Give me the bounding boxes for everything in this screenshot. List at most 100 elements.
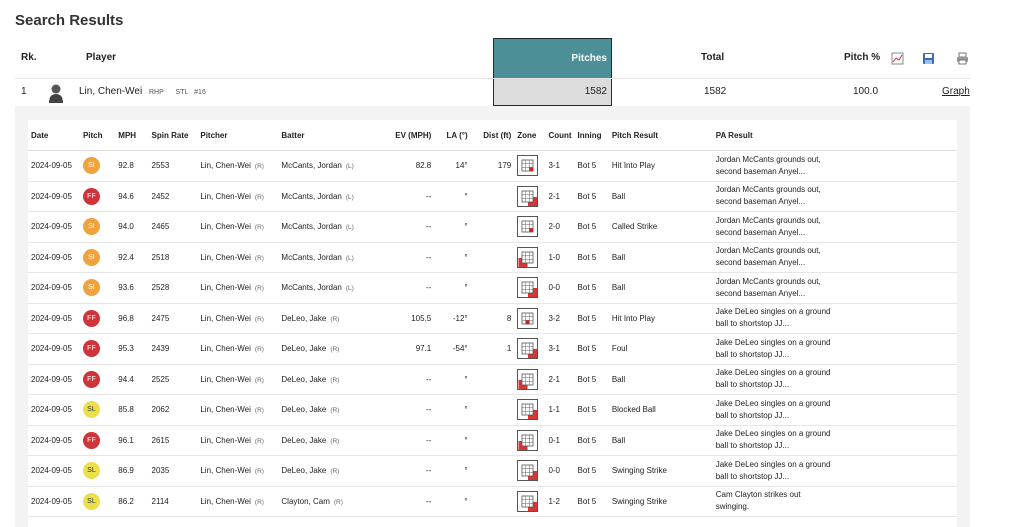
mph-cell: 86.2: [115, 486, 149, 517]
ev-value: --: [425, 222, 432, 232]
dist-value: 8: [506, 313, 512, 323]
pitch-cell: SL: [79, 455, 116, 487]
pitch-cell: SI: [79, 211, 116, 243]
chart-icon[interactable]: [891, 52, 904, 65]
col-header-ev[interactable]: EV (MPH): [371, 120, 435, 151]
col-header-inning[interactable]: Inning: [574, 120, 609, 151]
player-cell[interactable]: Lin, Chen-Wei RHP STL #16: [79, 78, 206, 106]
col-header-la[interactable]: LA (°): [434, 120, 471, 151]
pa-result-text[interactable]: Jake DeLeo singles on a ground ball to s…: [716, 459, 831, 483]
date-value: 2024-09-05: [31, 405, 72, 415]
table-row[interactable]: 2024-09-05 SL 85.8 2062 Lin, Chen-Wei (R) DeLe…: [28, 394, 957, 426]
mph-cell: 92.4: [115, 242, 149, 273]
pitcher-name[interactable]: Lin, Chen-Wei: [200, 466, 251, 475]
pitches-header[interactable]: Pitches: [494, 39, 611, 78]
pitcher-name[interactable]: Lin, Chen-Wei: [200, 283, 251, 292]
zone-cell: [514, 303, 546, 334]
table-row[interactable]: 2024-09-05 FF 94.6 2452 Lin, Chen-Wei (R) McCa…: [28, 181, 957, 212]
table-row[interactable]: 2024-09-05 FF 94.4 2525 Lin, Chen-Wei (R) DeLe…: [28, 364, 957, 395]
pitcher-name[interactable]: Lin, Chen-Wei: [200, 497, 251, 506]
pa-result-text[interactable]: Jake DeLeo singles on a ground ball to s…: [716, 367, 831, 391]
pa-result-text[interactable]: Cam Clayton strikes out swinging.: [716, 489, 831, 513]
mph-value: 94.0: [118, 222, 134, 232]
print-icon[interactable]: [956, 52, 969, 65]
pitcher-name[interactable]: Lin, Chen-Wei: [200, 436, 251, 445]
total-header[interactable]: Total: [701, 38, 724, 78]
pa-result-text[interactable]: Jake DeLeo singles on a ground ball to s…: [716, 428, 831, 452]
pa-result-text[interactable]: Jordan McCants grounds out, second basem…: [716, 215, 831, 239]
col-header-batter[interactable]: Batter: [278, 120, 372, 151]
table-row[interactable]: 2024-09-05 FF 96.8 2475 Lin, Chen-Wei (R) DeLe…: [28, 303, 957, 334]
col-header-pitch[interactable]: Pitch: [79, 120, 116, 151]
batter-name[interactable]: McCants, Jordan: [281, 283, 341, 292]
pitcher-name[interactable]: Lin, Chen-Wei: [200, 222, 251, 231]
batter-name[interactable]: McCants, Jordan: [281, 161, 341, 170]
la-cell: °: [434, 455, 471, 487]
batter-name[interactable]: DeLeo, Jake: [281, 314, 326, 323]
rank-header[interactable]: Rk.: [21, 38, 37, 78]
col-header-count[interactable]: Count: [545, 120, 575, 151]
mph-value: 92.4: [118, 252, 134, 262]
col-header-pitcher[interactable]: Pitcher: [197, 120, 279, 151]
ev-value: --: [425, 191, 432, 201]
player-header[interactable]: Player: [86, 38, 116, 78]
batter-name[interactable]: DeLeo, Jake: [281, 344, 326, 353]
table-row[interactable]: 2024-09-05 SI 92.4 2518 Lin, Chen-Wei (R) McCa…: [28, 242, 957, 273]
batter-name[interactable]: McCants, Jordan: [281, 222, 341, 231]
pa-result-text[interactable]: Jordan McCants grounds out, second basem…: [716, 276, 831, 300]
ev-value: --: [425, 374, 432, 384]
col-header-zone[interactable]: Zone: [514, 120, 546, 151]
batter-name[interactable]: Clayton, Cam: [281, 497, 329, 506]
col-header-spin-rate[interactable]: Spin Rate: [148, 120, 198, 151]
mph-cell: 85.8: [115, 394, 149, 426]
pitcher-name[interactable]: Lin, Chen-Wei: [200, 375, 251, 384]
pitch-result-value: Ball: [611, 374, 626, 384]
batter-name[interactable]: DeLeo, Jake: [281, 405, 326, 414]
pitcher-cell: Lin, Chen-Wei (R): [197, 211, 279, 243]
table-row[interactable]: 2024-09-05 SI 93.6 2528 Lin, Chen-Wei (R) McCa…: [28, 272, 957, 304]
player-name[interactable]: Lin, Chen-Wei: [79, 86, 142, 97]
save-icon[interactable]: [922, 52, 935, 65]
count-value: 1-2: [548, 496, 560, 506]
pitcher-name[interactable]: Lin, Chen-Wei: [200, 344, 251, 353]
pa-result-text[interactable]: Jake DeLeo singles on a ground ball to s…: [716, 306, 831, 330]
pitch-type-badge: FF: [82, 370, 100, 388]
table-row[interactable]: 2024-09-05 SI 92.8 2553 Lin, Chen-Wei (R) McCa…: [28, 150, 957, 182]
col-header-pa-result[interactable]: PA Result: [712, 120, 957, 151]
date-cell: 2024-09-05: [28, 181, 80, 212]
pitch-pct-header[interactable]: Pitch %: [844, 38, 880, 78]
col-header-dist[interactable]: Dist (ft): [470, 120, 515, 151]
count-cell: 2-1: [545, 181, 575, 212]
pitcher-name[interactable]: Lin, Chen-Wei: [200, 192, 251, 201]
la-cell: 14°: [434, 150, 471, 182]
la-cell: -54°: [434, 333, 471, 365]
pa-result-text[interactable]: Jordan McCants grounds out, second basem…: [716, 184, 831, 208]
table-row[interactable]: 2024-09-05 FF 96.1 2615 Lin, Chen-Wei (R) DeLe…: [28, 425, 957, 456]
col-header-pitch-result[interactable]: Pitch Result: [608, 120, 713, 151]
batter-name[interactable]: McCants, Jordan: [281, 253, 341, 262]
table-row[interactable]: 2024-09-05 FF 95.3 2439 Lin, Chen-Wei (R) DeLe…: [28, 333, 957, 365]
batter-name[interactable]: McCants, Jordan: [281, 192, 341, 201]
col-header-date[interactable]: Date: [28, 120, 80, 151]
table-row[interactable]: 2024-09-05 SL 86.2 2114 Lin, Chen-Wei (R) Clay…: [28, 486, 957, 517]
pitcher-name[interactable]: Lin, Chen-Wei: [200, 161, 251, 170]
graph-link[interactable]: Graph: [942, 78, 970, 106]
table-row[interactable]: 2024-09-05 SL 86.9 2035 Lin, Chen-Wei (R) DeLe…: [28, 455, 957, 487]
pitch-result-value: Ball: [611, 283, 626, 293]
batter-hand: (L): [345, 224, 354, 232]
pa-result-text[interactable]: Jake DeLeo singles on a ground ball to s…: [716, 398, 831, 422]
batter-name[interactable]: DeLeo, Jake: [281, 466, 326, 475]
pa-result-text[interactable]: Jordan McCants grounds out, second basem…: [716, 154, 831, 178]
table-row[interactable]: 2024-09-05 SI 94.0 2465 Lin, Chen-Wei (R) McCa…: [28, 211, 957, 243]
pa-result-text[interactable]: Jordan McCants grounds out, second basem…: [716, 245, 831, 269]
pitches-column[interactable]: Pitches 1582: [493, 38, 612, 106]
pa-result-text[interactable]: Jake DeLeo singles on a ground ball to s…: [716, 337, 831, 361]
col-header-mph[interactable]: MPH: [115, 120, 149, 151]
batter-name[interactable]: DeLeo, Jake: [281, 375, 326, 384]
pitch-result-cell: Ball: [608, 242, 713, 273]
rank-value: 1: [21, 86, 27, 97]
pitcher-name[interactable]: Lin, Chen-Wei: [200, 405, 251, 414]
batter-name[interactable]: DeLeo, Jake: [281, 436, 326, 445]
pitcher-name[interactable]: Lin, Chen-Wei: [200, 253, 251, 262]
pitcher-name[interactable]: Lin, Chen-Wei: [200, 314, 251, 323]
